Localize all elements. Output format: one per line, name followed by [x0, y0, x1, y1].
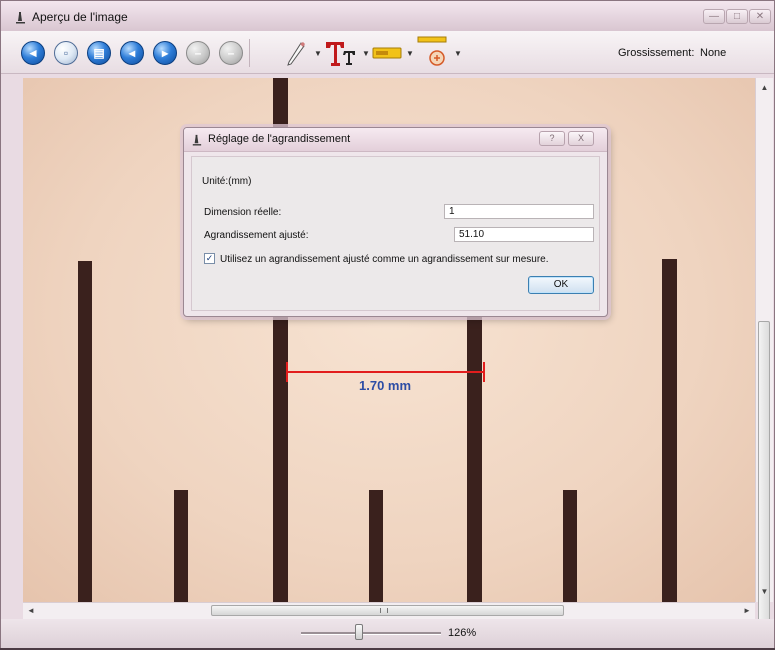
zoom-value[interactable]: None — [700, 47, 726, 59]
zoom-label: Grossissement: — [618, 47, 695, 59]
help-icon: ? — [549, 133, 555, 143]
maximize-button[interactable]: □ — [726, 9, 748, 24]
print-icon: ▤ — [93, 46, 105, 60]
back-button[interactable]: ◄ — [21, 41, 45, 65]
ruler-tick — [467, 278, 482, 602]
pencil-dropdown-caret[interactable]: ▼ — [314, 49, 322, 58]
title-bar: Aperçu de l'image — □ ✕ — [1, 1, 774, 31]
zoom-percent: 126% — [448, 627, 477, 639]
text-dropdown-caret[interactable]: ▼ — [362, 49, 370, 58]
ruler-tick — [78, 261, 92, 602]
measurement-endpoint-right[interactable] — [483, 362, 485, 382]
new-document-icon: ▫ — [63, 46, 69, 60]
dialog-body: Unité:(mm) Dimension réelle: 1 Agrandiss… — [191, 156, 600, 311]
next-button[interactable]: ▸ — [153, 41, 177, 65]
measure-dropdown-caret[interactable]: ▼ — [406, 49, 414, 58]
vertical-scrollbar[interactable]: ▲ ▼ — [755, 78, 773, 635]
ok-button[interactable]: OK — [528, 276, 594, 294]
magnification-dialog: Réglage de l'agrandissement ? X Unité:(m… — [183, 127, 608, 317]
previous-icon: ◂ — [128, 46, 136, 60]
ruler-tick — [662, 259, 677, 602]
microscope-icon — [16, 12, 25, 24]
scroll-right-icon[interactable]: ► — [739, 603, 755, 619]
pencil-icon[interactable] — [285, 40, 307, 66]
measure-tool-icon[interactable] — [372, 46, 402, 60]
measurement-label: 1.70 mm — [359, 378, 412, 393]
custom-zoom-checkbox-label[interactable]: Utilisez un agrandissement ajusté comme … — [220, 254, 549, 265]
scroll-grip-icon — [380, 608, 388, 613]
rotate-right-button[interactable]: – — [219, 41, 243, 65]
horizontal-scroll-thumb[interactable] — [211, 605, 564, 616]
adjusted-zoom-label: Agrandissement ajusté: — [204, 230, 309, 241]
new-document-button[interactable]: ▫ — [54, 41, 78, 65]
scroll-up-icon[interactable]: ▲ — [756, 80, 773, 96]
dialog-help-button[interactable]: ? — [539, 131, 565, 146]
adjusted-zoom-input[interactable]: 51.10 — [454, 227, 594, 242]
close-icon: X — [577, 133, 584, 143]
measurement-line-bar — [286, 371, 485, 373]
scroll-down-icon[interactable]: ▼ — [756, 584, 773, 600]
print-button[interactable]: ▤ — [87, 41, 111, 65]
microscope-icon — [192, 134, 202, 146]
dialog-close-button[interactable]: X — [568, 131, 594, 146]
ruler-tick — [174, 490, 188, 602]
real-dimension-input[interactable]: 1 — [444, 204, 594, 219]
rotate-left-icon: – — [194, 46, 202, 60]
window-title: Aperçu de l'image — [32, 10, 128, 24]
rotate-right-icon: – — [227, 46, 235, 60]
unit-label: Unité:(mm) — [202, 176, 252, 187]
real-dimension-label: Dimension réelle: — [204, 207, 282, 218]
next-icon: ▸ — [161, 46, 169, 60]
toolbar-separator — [249, 39, 250, 67]
compass-tool-icon[interactable] — [417, 36, 447, 70]
previous-button[interactable]: ◂ — [120, 41, 144, 65]
measurement-line[interactable] — [286, 362, 485, 382]
ruler-tick — [369, 490, 383, 602]
back-icon: ◄ — [27, 46, 39, 60]
zoom-slider-track[interactable] — [301, 632, 441, 635]
custom-zoom-checkbox[interactable]: ✓ — [204, 253, 215, 264]
horizontal-scrollbar[interactable]: ◄ ► — [23, 602, 755, 619]
rotate-left-button[interactable]: – — [186, 41, 210, 65]
status-bar: 126% — [1, 619, 774, 649]
compass-dropdown-caret[interactable]: ▼ — [454, 49, 462, 58]
text-tool-icon[interactable] — [324, 39, 358, 67]
ruler-tick — [563, 490, 577, 602]
measurement-endpoint-left[interactable] — [286, 362, 288, 382]
image-preview-window: Aperçu de l'image — □ ✕ ◄ ▫ ▤ ◂ ▸ – – ▼ … — [0, 0, 775, 650]
close-button[interactable]: ✕ — [749, 9, 771, 24]
dialog-title: Réglage de l'agrandissement — [208, 133, 351, 145]
minimize-button[interactable]: — — [703, 9, 725, 24]
scroll-left-icon[interactable]: ◄ — [23, 603, 39, 619]
zoom-slider-thumb[interactable] — [355, 624, 363, 640]
dialog-title-bar: Réglage de l'agrandissement ? X — [184, 128, 607, 152]
